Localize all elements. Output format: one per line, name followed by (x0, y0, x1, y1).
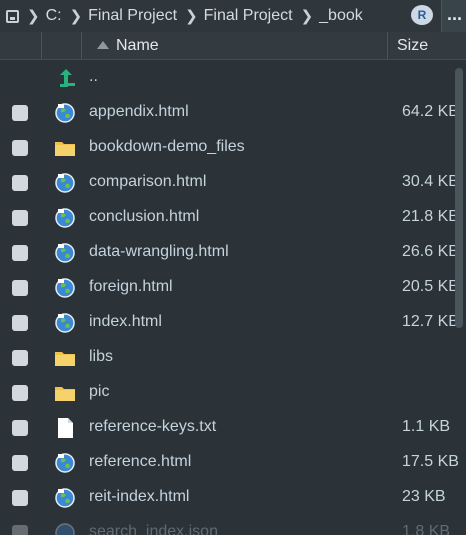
r-project-icon[interactable]: R (411, 5, 433, 25)
folder-icon (55, 142, 75, 156)
folder-row[interactable]: bookdown-demo_files (0, 130, 466, 165)
folder-row[interactable]: libs (0, 340, 466, 375)
file-size: 64.2 KB (402, 103, 459, 120)
file-name[interactable]: appendix.html (89, 103, 189, 121)
more-button[interactable]: ... (441, 0, 466, 32)
chevron-right-icon: ❯ (27, 8, 40, 25)
home-icon[interactable] (6, 9, 19, 23)
file-name[interactable]: libs (89, 348, 113, 366)
row-checkbox[interactable] (12, 490, 28, 506)
row-checkbox[interactable] (12, 210, 28, 226)
file-size: 23 KB (402, 488, 446, 505)
file-size: 21.8 KB (402, 208, 459, 225)
parent-directory-label[interactable]: .. (89, 68, 98, 86)
folder-icon (55, 387, 75, 401)
file-size: 12.7 KB (402, 313, 459, 330)
html-file-icon (55, 103, 75, 123)
file-name[interactable]: foreign.html (89, 278, 173, 296)
row-checkbox[interactable] (12, 140, 28, 156)
chevron-right-icon: ❯ (300, 8, 314, 25)
html-file-icon (55, 313, 75, 333)
file-name[interactable]: conclusion.html (89, 208, 199, 226)
file-name[interactable]: pic (89, 383, 109, 401)
file-row[interactable]: foreign.html 20.5 KB (0, 270, 466, 305)
file-size: 20.5 KB (402, 278, 459, 295)
row-checkbox[interactable] (12, 105, 28, 121)
column-divider (41, 32, 42, 59)
file-name[interactable]: reit-index.html (89, 488, 189, 506)
breadcrumb: ❯ C: ❯ Final Project ❯ Final Project ❯ _… (0, 0, 466, 33)
column-header: Name Size (0, 32, 466, 60)
breadcrumb-item-final-project-inner[interactable]: Final Project (204, 7, 293, 25)
file-name[interactable]: bookdown-demo_files (89, 138, 245, 156)
text-file-icon (58, 418, 73, 438)
row-checkbox[interactable] (12, 455, 28, 471)
name-column-header[interactable]: Name (116, 37, 159, 55)
chevron-right-icon: ❯ (185, 8, 198, 25)
column-divider[interactable] (387, 32, 388, 59)
folder-row[interactable]: pic (0, 375, 466, 410)
breadcrumb-item-final-project[interactable]: Final Project (88, 7, 177, 25)
row-checkbox[interactable] (12, 525, 28, 535)
file-name[interactable]: comparison.html (89, 173, 206, 191)
json-file-icon (55, 523, 75, 535)
row-checkbox[interactable] (12, 350, 28, 366)
file-size: 17.5 KB (402, 453, 459, 470)
column-divider (81, 32, 82, 59)
file-row[interactable]: reference.html 17.5 KB (0, 445, 466, 480)
html-file-icon (55, 243, 75, 263)
file-row[interactable]: search_index.json 1.8 KB (0, 515, 466, 535)
file-row[interactable]: reference-keys.txt 1.1 KB (0, 410, 466, 445)
file-name[interactable]: reference-keys.txt (89, 418, 216, 436)
parent-directory-row[interactable]: .. (0, 60, 466, 95)
file-row[interactable]: appendix.html 64.2 KB (0, 95, 466, 130)
file-name[interactable]: data-wrangling.html (89, 243, 229, 261)
file-size: 30.4 KB (402, 173, 459, 190)
folder-icon (55, 352, 75, 366)
row-checkbox[interactable] (12, 245, 28, 261)
html-file-icon (55, 278, 75, 298)
file-name[interactable]: index.html (89, 313, 162, 331)
file-size: 1.8 KB (402, 523, 451, 535)
row-checkbox[interactable] (12, 315, 28, 331)
html-file-icon (55, 453, 75, 473)
row-checkbox[interactable] (12, 385, 28, 401)
row-checkbox[interactable] (12, 420, 28, 436)
size-column-header[interactable]: Size (397, 37, 428, 55)
up-arrow-icon (60, 69, 75, 87)
html-file-icon (55, 488, 75, 508)
row-checkbox[interactable] (12, 280, 28, 296)
scrollbar[interactable] (455, 62, 463, 535)
row-checkbox[interactable] (12, 175, 28, 191)
scrollbar-thumb[interactable] (455, 68, 463, 328)
file-name[interactable]: search_index.json (89, 523, 218, 535)
file-list: .. appendix.html 64.2 KB bookdown-demo_fil… (0, 60, 466, 535)
file-row[interactable]: comparison.html 30.4 KB (0, 165, 466, 200)
file-row[interactable]: data-wrangling.html 26.6 KB (0, 235, 466, 270)
file-name[interactable]: reference.html (89, 453, 191, 471)
file-row[interactable]: conclusion.html 21.8 KB (0, 200, 466, 235)
sort-ascending-icon (97, 41, 109, 49)
html-file-icon (55, 208, 75, 228)
file-row[interactable]: index.html 12.7 KB (0, 305, 466, 340)
breadcrumb-item-drive[interactable]: C: (46, 7, 62, 25)
file-size: 26.6 KB (402, 243, 459, 260)
breadcrumb-item-book[interactable]: _book (319, 7, 363, 25)
chevron-right-icon: ❯ (69, 8, 83, 25)
html-file-icon (55, 173, 75, 193)
file-row[interactable]: reit-index.html 23 KB (0, 480, 466, 515)
file-size: 1.1 KB (402, 418, 451, 435)
